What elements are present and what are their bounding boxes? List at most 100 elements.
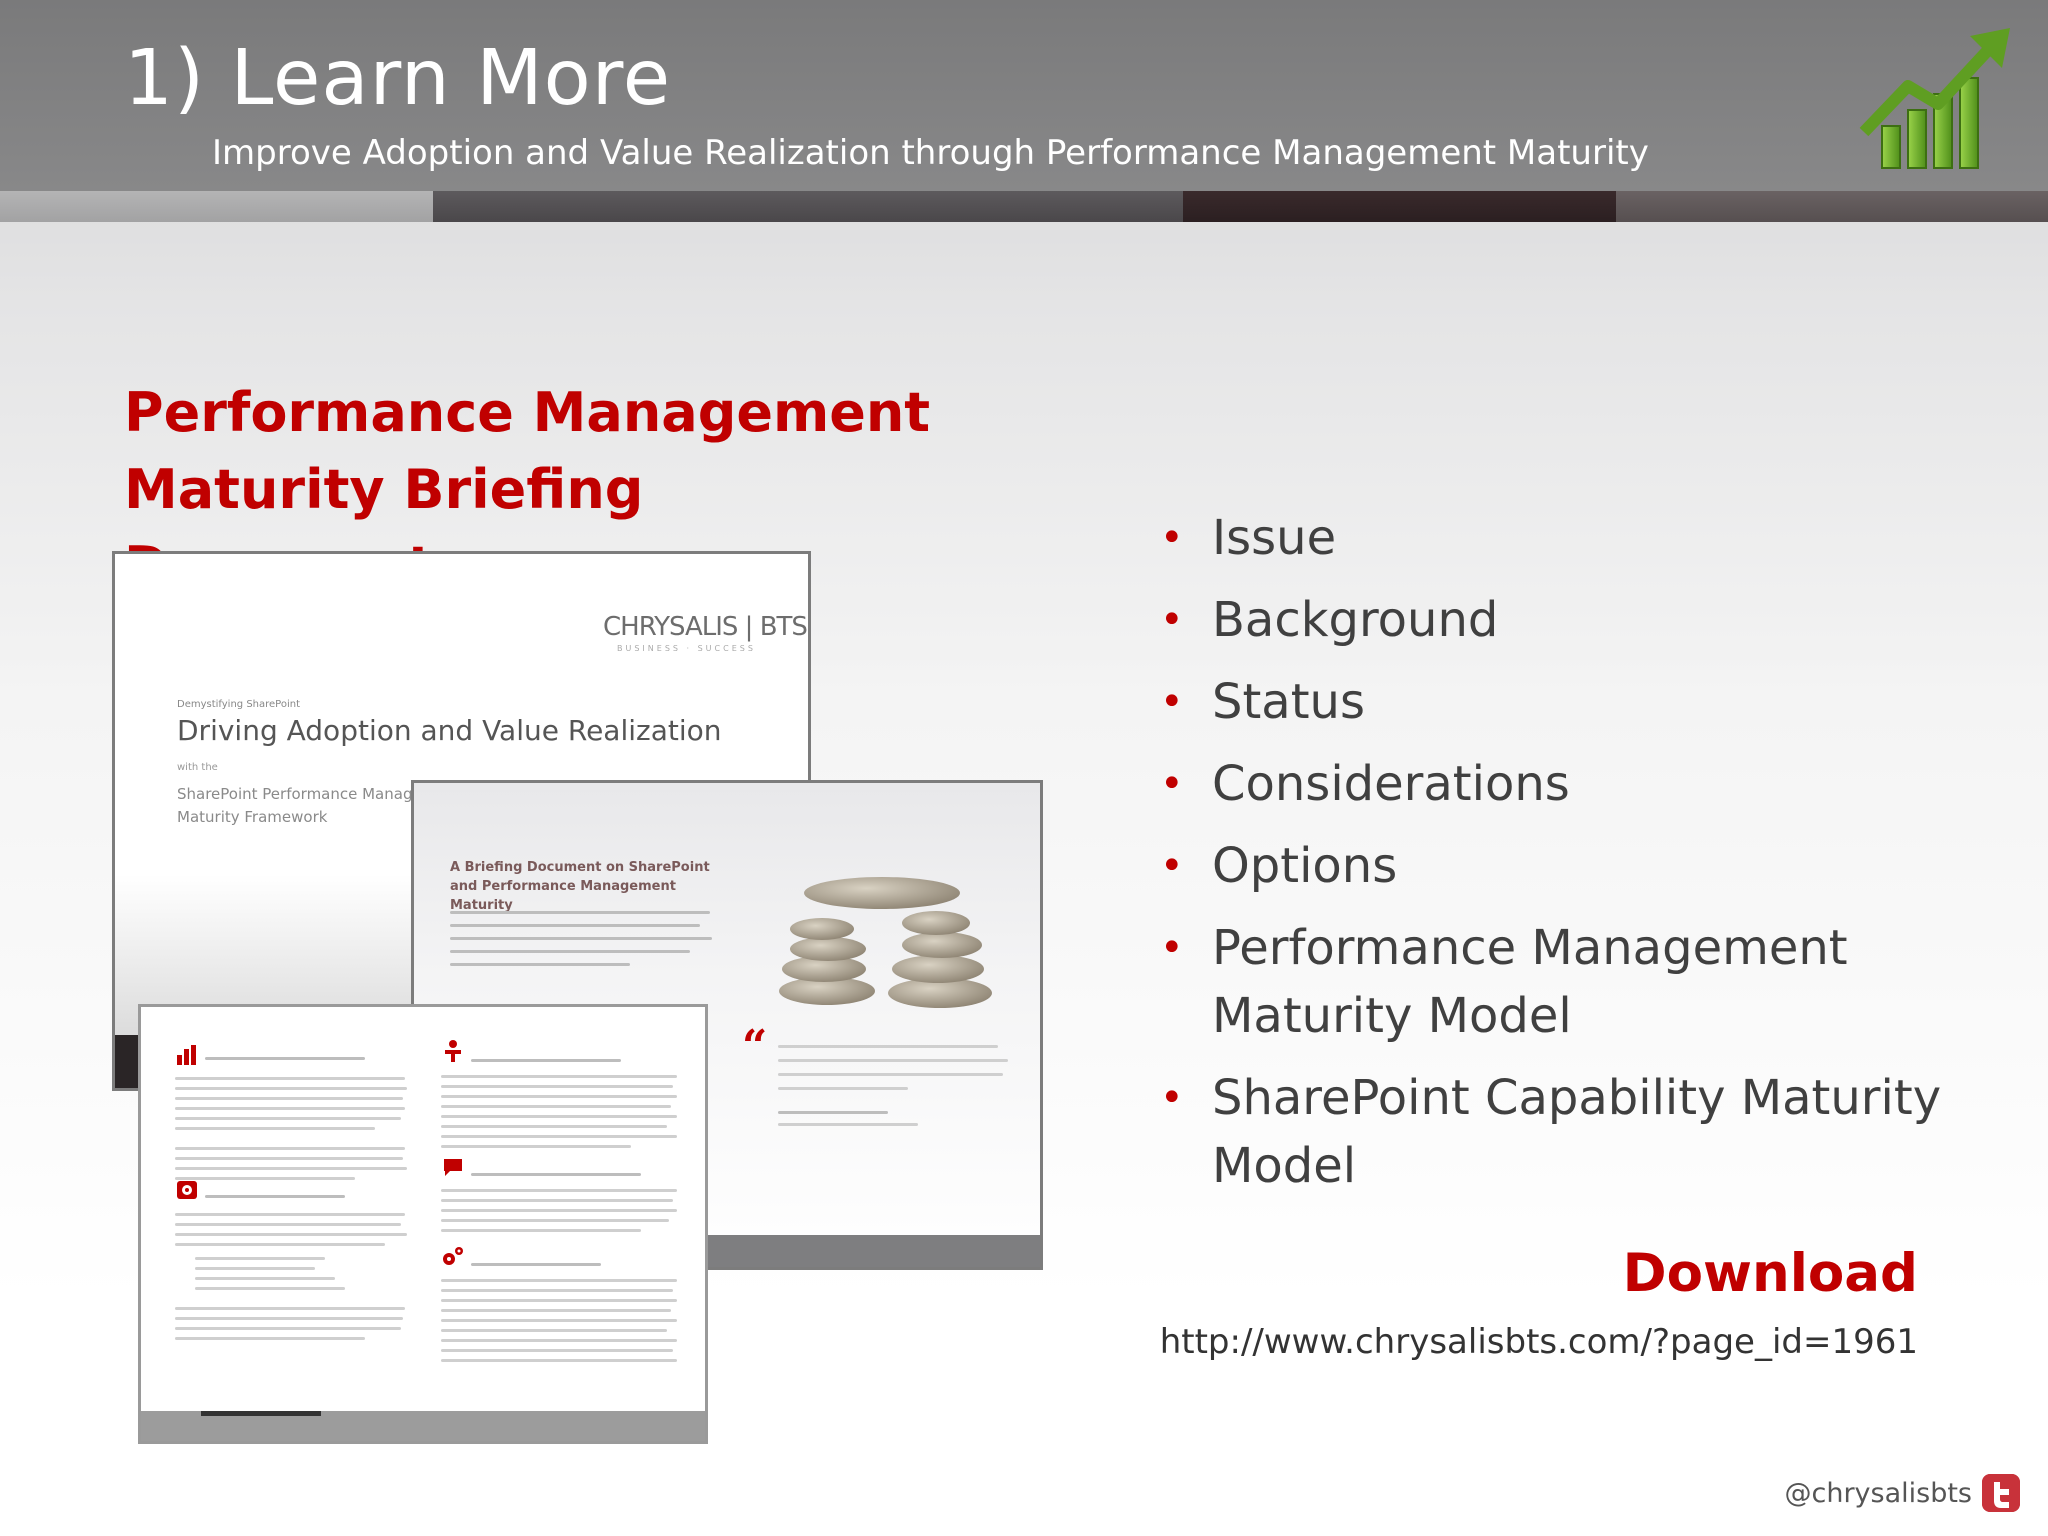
text-line — [441, 1115, 677, 1118]
text-line — [195, 1287, 345, 1290]
page-heading: A Briefing Document on SharePoint and Pe… — [450, 860, 710, 913]
bullet-icon: • — [1160, 843, 1184, 889]
text-line — [175, 1107, 405, 1110]
topic-list: • Issue • Background • Status • Consideratio… — [1160, 504, 2010, 1214]
bullet-icon: • — [1160, 761, 1184, 807]
text-line — [441, 1199, 673, 1202]
text-line — [441, 1075, 677, 1078]
download-heading: Download — [1622, 1243, 1918, 1304]
page-footer-accent — [201, 1411, 321, 1416]
bullet-icon: • — [1160, 925, 1184, 971]
list-item: • Options — [1160, 832, 2010, 900]
text-line — [205, 1057, 365, 1060]
text-line — [441, 1349, 673, 1352]
text-line — [175, 1177, 355, 1180]
text-line — [450, 911, 710, 914]
list-item-label: SharePoint Capability Maturity Model — [1212, 1070, 1942, 1194]
list-item-label: Issue — [1212, 510, 1337, 566]
text-line — [450, 963, 630, 966]
document-page-thumbnail — [138, 1004, 708, 1444]
list-item: • Considerations — [1160, 750, 2010, 818]
text-line — [175, 1147, 405, 1150]
text-line — [175, 1167, 407, 1170]
text-line — [175, 1337, 365, 1340]
text-line — [471, 1059, 621, 1062]
text-line — [441, 1229, 641, 1232]
text-line — [441, 1299, 677, 1302]
text-line — [778, 1123, 918, 1126]
cover-title: Driving Adoption and Value Realization — [177, 714, 722, 747]
bullet-icon: • — [1160, 597, 1184, 643]
text-line — [175, 1087, 407, 1090]
list-item-label: Performance Management Maturity Model — [1212, 920, 1848, 1044]
list-item: • Background — [1160, 586, 2010, 654]
text-line — [175, 1117, 401, 1120]
bullet-icon: • — [1160, 1075, 1184, 1121]
chrysalis-bts-logo: CHRYSALIS | BTS — [603, 612, 808, 642]
list-item-label: Status — [1212, 674, 1365, 730]
text-line — [175, 1127, 375, 1130]
balanced-stones-image — [779, 877, 992, 1008]
list-item: • SharePoint Capability Maturity Model — [1160, 1064, 2010, 1200]
text-line — [471, 1173, 641, 1176]
text-line — [441, 1125, 667, 1128]
bar-chart-up-arrow-icon — [1859, 28, 2010, 169]
text-line — [441, 1309, 671, 1312]
text-line — [441, 1095, 677, 1098]
text-line — [441, 1279, 677, 1282]
text-line — [175, 1233, 407, 1236]
list-item-label: Considerations — [1212, 756, 1570, 812]
slide-subtitle: Improve Adoption and Value Realization t… — [212, 133, 1649, 173]
twitter-handle[interactable]: @chrysalisbts — [1784, 1478, 1972, 1509]
text-line — [205, 1195, 345, 1198]
list-item: • Status — [1160, 668, 2010, 736]
text-line — [175, 1243, 385, 1246]
chart-icon — [177, 1045, 196, 1065]
text-line — [441, 1329, 667, 1332]
text-line — [778, 1073, 1003, 1076]
text-line — [441, 1359, 677, 1362]
text-line — [778, 1087, 908, 1090]
chat-icon — [444, 1159, 462, 1176]
text-line — [175, 1077, 405, 1080]
text-line — [778, 1045, 998, 1048]
text-line — [450, 950, 690, 953]
text-line — [441, 1105, 671, 1108]
text-line — [175, 1327, 401, 1330]
list-item-label: Options — [1212, 838, 1398, 894]
text-line — [175, 1213, 405, 1216]
document-title-line: Performance Management — [124, 381, 931, 444]
text-line — [195, 1267, 315, 1270]
text-line — [441, 1219, 669, 1222]
text-line — [441, 1145, 631, 1148]
header-stripe — [433, 191, 1183, 222]
header-stripe — [0, 191, 433, 222]
cover-with: with the — [177, 762, 218, 773]
text-line — [175, 1223, 401, 1226]
text-line — [195, 1257, 325, 1260]
header-stripe — [1183, 191, 1616, 222]
text-line — [441, 1209, 677, 1212]
slide-header: 1) Learn More Improve Adoption and Value… — [0, 0, 2048, 191]
gears-icon — [443, 1247, 463, 1265]
list-item: • Issue — [1160, 504, 2010, 572]
header-stripe — [1616, 191, 2048, 222]
text-line — [175, 1317, 403, 1320]
bullet-icon: • — [1160, 515, 1184, 561]
text-line — [778, 1059, 1008, 1062]
text-line — [778, 1111, 888, 1114]
text-line — [441, 1135, 677, 1138]
text-line — [450, 937, 712, 940]
bullet-icon: • — [1160, 679, 1184, 725]
people-icon — [445, 1040, 461, 1062]
text-line — [441, 1085, 673, 1088]
target-icon — [177, 1181, 197, 1199]
text-line — [175, 1097, 403, 1100]
text-line — [450, 924, 700, 927]
twitter-icon[interactable] — [1982, 1474, 2020, 1512]
logo-tagline: BUSINESS · SUCCESS — [617, 644, 756, 653]
text-line — [471, 1263, 601, 1266]
slide-title: 1) Learn More — [124, 34, 672, 123]
download-link[interactable]: http://www.chrysalisbts.com/?page_id=196… — [1160, 1322, 1918, 1362]
text-line — [441, 1339, 677, 1342]
